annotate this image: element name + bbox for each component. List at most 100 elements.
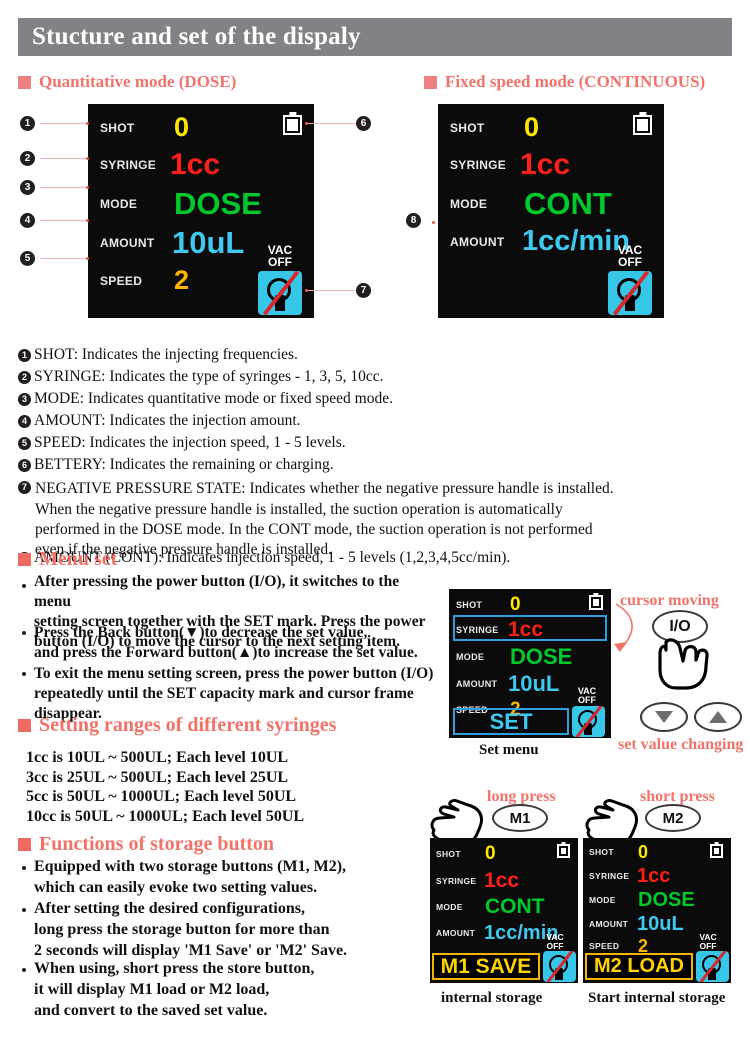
value-mode: DOSE: [174, 186, 262, 221]
leader-dot-4: [86, 219, 89, 222]
vacuum-disabled-icon: [696, 951, 729, 982]
value-syringe: 1cc: [637, 865, 671, 887]
label-shot: SHOT: [100, 120, 135, 135]
row-shot: SHOT 0: [450, 114, 539, 141]
set-value-changing-label: set value changing: [618, 736, 744, 753]
vac-status: VAC OFF: [536, 933, 574, 950]
label-shot: SHOT: [456, 599, 483, 610]
vacuum-disabled-icon: [572, 706, 605, 737]
section-header-storage-functions: Functions of storage button: [18, 833, 274, 856]
vac-state: OFF: [578, 695, 596, 706]
set-menu-display-panel: SHOT 0 SYRINGE 1cc MODE DOSE AMOUNT 10uL…: [449, 589, 611, 738]
m2-load-bar: M2 LOAD: [585, 953, 693, 980]
row-shot: SHOT 0: [589, 843, 648, 861]
set-mark: SET: [453, 708, 569, 735]
row-mode: MODE DOSE: [100, 188, 262, 219]
pointing-hand-icon: [658, 638, 709, 690]
value-shot: 0: [485, 843, 496, 864]
leader-line-3: [40, 187, 88, 188]
callout-2: 2: [20, 151, 35, 166]
row-amount: AMOUNT 10uL: [100, 227, 244, 258]
storage-bullet-3: When using, short press the store button…: [34, 960, 315, 1019]
m2-display-panel: SHOT 0 SYRINGE 1cc MODE DOSE AMOUNT 10uL…: [583, 838, 731, 983]
leader-line-5: [40, 258, 88, 259]
section-header-setting-ranges: Setting ranges of different syringes: [18, 714, 336, 737]
leader-dot-1: [86, 122, 89, 125]
callout-5: 5: [20, 251, 35, 266]
value-syringe: 1cc: [508, 618, 544, 641]
row-mode: MODE DOSE: [589, 890, 695, 910]
back-button[interactable]: [640, 702, 688, 732]
label-syringe: SYRINGE: [100, 158, 157, 172]
row-syringe: SYRINGE 1cc: [456, 619, 543, 640]
battery-icon: [710, 842, 723, 858]
label-shot: SHOT: [450, 120, 485, 135]
value-shot: 0: [174, 112, 190, 142]
callout-6: 6: [356, 116, 371, 131]
leader-line-7: [308, 290, 356, 291]
vacuum-disabled-icon: [608, 271, 652, 316]
section-header-fixed-speed: Fixed speed mode (CONTINUOUS): [424, 72, 705, 92]
forward-button[interactable]: [694, 702, 742, 732]
row-shot: SHOT 0: [456, 595, 521, 614]
value-mode: DOSE: [638, 889, 695, 911]
cont-display-panel: SHOT 0 SYRINGE 1cc MODE CONT AMOUNT 1cc/…: [438, 104, 664, 318]
list-bullet: [22, 631, 26, 635]
leader-dot-8: [432, 221, 435, 224]
vac-status: VAC OFF: [252, 244, 308, 316]
row-mode: MODE DOSE: [456, 646, 572, 668]
value-mode: CONT: [524, 186, 612, 221]
m2-button[interactable]: M2: [645, 804, 701, 832]
value-speed: 2: [174, 265, 190, 295]
storage-bullet-1: Equipped with two storage buttons (M1, M…: [34, 858, 347, 896]
label-syringe: SYRINGE: [589, 871, 630, 881]
bullet-square-icon: [18, 75, 31, 89]
bullet-square-icon: [18, 719, 31, 732]
m2-caption: Start internal storage: [588, 990, 726, 1006]
row-syringe: SYRINGE 1cc: [100, 150, 220, 180]
value-shot: 0: [524, 112, 540, 142]
bullet-square-icon: [18, 553, 31, 566]
section-label: Fixed speed mode (CONTINUOUS): [445, 72, 706, 91]
leader-dot-2: [86, 157, 89, 160]
label-mode: MODE: [589, 895, 616, 905]
row-shot: SHOT 0: [100, 114, 189, 141]
pointing-hand-icon: [585, 799, 638, 840]
chevron-up-icon: [709, 711, 727, 723]
storage-bullet-2: After setting the desired configurations…: [34, 900, 348, 959]
row-speed: SPEED 2: [100, 267, 189, 294]
cursor-moving-label: cursor moving: [620, 592, 719, 609]
value-amount: 10uL: [637, 913, 684, 935]
label-speed: SPEED: [589, 941, 620, 951]
bullet-square-icon: [18, 838, 31, 851]
list-bullet: [22, 968, 26, 972]
section-header-quantitative: Quantitative mode (DOSE): [18, 72, 236, 92]
page-title: Stucture and set of the dispaly: [32, 23, 361, 50]
callout-3: 3: [20, 180, 35, 195]
battery-icon: [633, 112, 652, 135]
vac-state: OFF: [618, 255, 642, 270]
set-menu-caption: Set menu: [479, 742, 539, 758]
battery-icon: [557, 842, 570, 858]
section-label: Functions of storage button: [39, 833, 275, 855]
leader-dot-5: [86, 257, 89, 260]
battery-icon: [589, 593, 603, 610]
row-syringe: SYRINGE 1cc: [589, 866, 670, 886]
value-shot: 0: [510, 594, 521, 615]
setting-ranges-text: 1cc is 10UL ~ 500UL; Each level 10UL 3cc…: [26, 749, 305, 825]
list-bullet: [22, 866, 26, 870]
page-title-bar: Stucture and set of the dispaly: [18, 18, 732, 56]
menu-set-bullet-2: Press the Back button(▼)to decrease the …: [34, 624, 418, 662]
leader-line-6: [308, 123, 356, 124]
list-bullet: [22, 672, 26, 676]
label-syringe: SYRINGE: [450, 158, 507, 172]
label-amount: AMOUNT: [589, 919, 629, 929]
label-amount: AMOUNT: [100, 235, 155, 250]
vac-state: OFF: [699, 940, 717, 951]
vac-status: VAC OFF: [689, 933, 727, 950]
list-bullet: [22, 584, 26, 588]
vac-status: VAC OFF: [567, 686, 607, 706]
m1-button[interactable]: M1: [492, 804, 548, 832]
chevron-down-icon: [655, 711, 673, 723]
section-label: Setting ranges of different syringes: [39, 714, 337, 736]
